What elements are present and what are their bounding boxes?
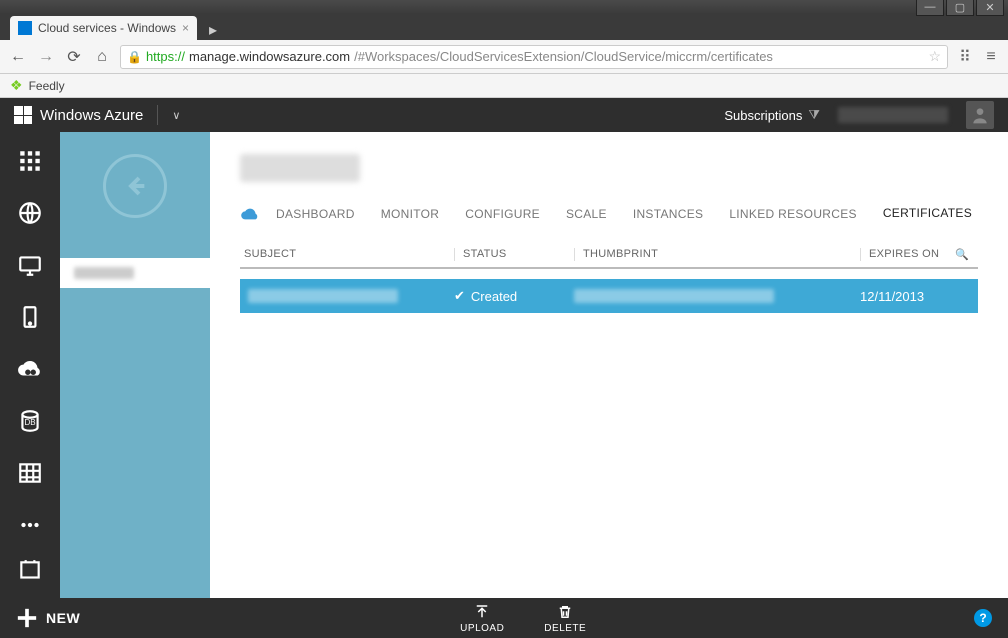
window-maximize-button[interactable]: ▢ [946,0,974,16]
delete-button[interactable]: DELETE [544,603,586,634]
cell-status: Created [471,289,517,304]
cloud-icon [240,205,260,224]
reload-button[interactable]: ⟳ [64,47,84,67]
service-title [240,150,978,186]
new-button[interactable]: NEW [16,607,80,629]
back-circle-button[interactable] [103,154,167,218]
feedly-icon: ❖ [10,77,23,94]
forward-button[interactable]: → [36,47,56,67]
window-close-button[interactable]: ✕ [976,0,1004,16]
service-tabs: DASHBOARD MONITOR CONFIGURE SCALE INSTAN… [240,200,978,228]
cell-expires: 12/11/2013 [860,289,950,304]
tab-monitor[interactable]: MONITOR [381,201,440,227]
azure-logo[interactable]: Windows Azure [14,106,143,124]
new-label: NEW [46,610,80,626]
tab-close-icon[interactable]: × [182,21,189,35]
url-path: /#Workspaces/CloudServicesExtension/Clou… [354,49,773,64]
header-dropdown-icon[interactable]: ∨ [172,109,180,122]
avatar[interactable] [966,101,994,129]
delete-label: DELETE [544,623,586,634]
bookmark-star-icon[interactable]: ☆ [928,48,941,65]
upload-label: UPLOAD [460,623,504,634]
table-row[interactable]: ✔ Created 12/11/2013 [240,279,978,313]
back-button[interactable]: ← [8,47,28,67]
left-nav-rail: DB [0,132,60,598]
nav-all-items-icon[interactable] [15,146,45,176]
certificates-table: SUBJECT STATUS THUMBPRINT EXPIRES ON 🔍 ✔… [240,242,978,313]
url-host: manage.windowsazure.com [189,49,350,64]
extensions-icon[interactable]: ⠿ [956,48,974,66]
nav-storage-icon[interactable] [15,458,45,488]
windows-icon [14,106,32,124]
header-expires[interactable]: EXPIRES ON [860,248,950,261]
service-name [74,267,134,279]
azure-header: Windows Azure ∨ Subscriptions ⧩ [0,98,1008,132]
service-list-panel [60,132,210,598]
tab-linked-resources[interactable]: LINKED RESOURCES [729,201,857,227]
header-divider [157,105,158,125]
tab-instances[interactable]: INSTANCES [633,201,704,227]
table-header: SUBJECT STATUS THUMBPRINT EXPIRES ON 🔍 [240,242,978,269]
upload-button[interactable]: UPLOAD [460,603,504,634]
browser-tab-strip: Cloud services - Windows × ▸ [0,14,1008,40]
bookmark-feedly[interactable]: Feedly [29,79,65,93]
tab-configure[interactable]: CONFIGURE [465,201,540,227]
window-titlebar: — ▢ ✕ [0,0,1008,14]
subscriptions-label: Subscriptions [724,108,802,123]
url-protocol: https:// [146,49,185,64]
window-minimize-button[interactable]: — [916,0,944,16]
user-email[interactable] [838,107,948,123]
nav-sql-databases-icon[interactable]: DB [15,406,45,436]
tab-favicon [18,21,32,35]
chrome-menu-icon[interactable]: ≡ [982,48,1000,66]
lock-icon: 🔒 [127,50,142,64]
address-bar[interactable]: 🔒 https:// manage.windowsazure.com /#Works… [120,45,948,69]
filter-icon: ⧩ [808,107,820,123]
nav-more-icon[interactable] [15,556,45,586]
tab-certificates[interactable]: CERTIFICATES [883,200,972,228]
cell-thumbprint [574,289,774,303]
subscriptions-button[interactable]: Subscriptions ⧩ [724,107,820,123]
service-list-item[interactable] [60,258,210,288]
browser-toolbar: ← → ⟳ ⌂ 🔒 https:// manage.windowsazure.co… [0,40,1008,74]
tab-dashboard[interactable]: DASHBOARD [276,201,355,227]
nav-virtual-machines-icon[interactable] [15,250,45,280]
tab-scale[interactable]: SCALE [566,201,607,227]
nav-hdinsight-icon[interactable] [15,510,45,540]
help-button[interactable]: ? [974,609,992,627]
nav-websites-icon[interactable] [15,198,45,228]
command-bar: NEW UPLOAD DELETE ? [0,598,1008,638]
new-tab-button[interactable]: ▸ [201,20,225,40]
cell-subject [248,289,398,303]
browser-tab[interactable]: Cloud services - Windows × [10,16,197,40]
check-icon: ✔ [454,288,465,304]
nav-cloud-services-icon[interactable] [15,354,45,384]
header-subject[interactable]: SUBJECT [244,248,454,261]
home-button[interactable]: ⌂ [92,47,112,67]
bookmarks-bar: ❖ Feedly [0,74,1008,98]
nav-mobile-services-icon[interactable] [15,302,45,332]
brand-text: Windows Azure [40,107,143,124]
tab-title: Cloud services - Windows [38,21,176,35]
header-thumbprint[interactable]: THUMBPRINT [574,248,860,261]
header-search-icon[interactable]: 🔍 [950,248,974,261]
main-content: DASHBOARD MONITOR CONFIGURE SCALE INSTAN… [210,132,1008,598]
header-status[interactable]: STATUS [454,248,574,261]
